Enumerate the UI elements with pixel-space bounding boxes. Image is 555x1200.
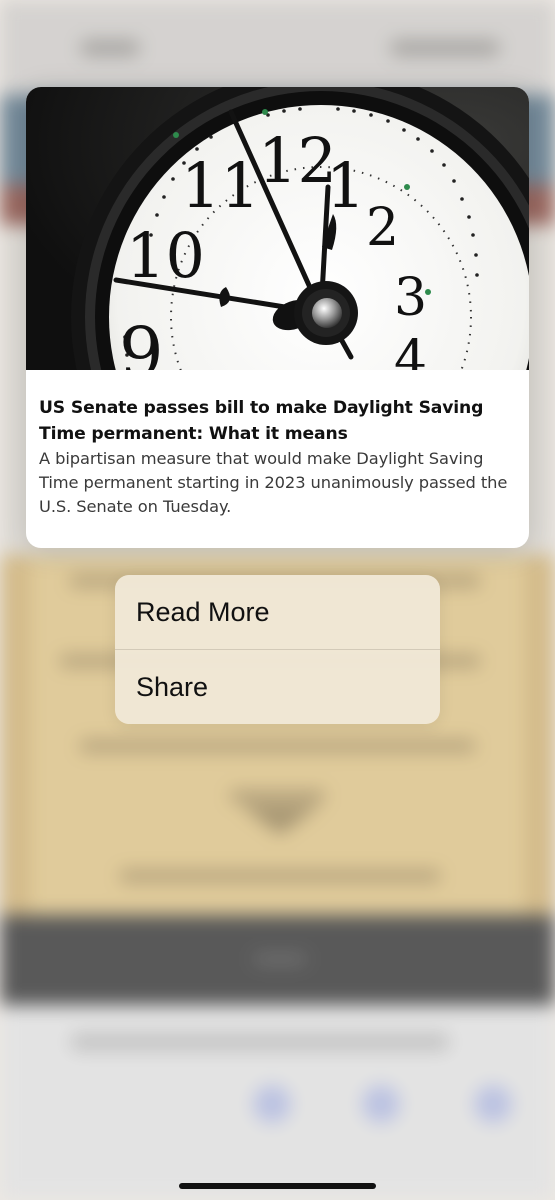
share-menu-item[interactable]: Share [115, 650, 440, 724]
context-menu: Read More Share [115, 575, 440, 724]
svg-text:3: 3 [394, 268, 427, 328]
svg-text:9: 9 [119, 312, 164, 370]
alarm-clock-image: 12 11 1 10 2 3 9 4 [26, 87, 529, 370]
svg-text:2: 2 [366, 198, 399, 258]
article-title: US Senate passes bill to make Daylight S… [39, 398, 484, 444]
home-indicator[interactable] [179, 1183, 376, 1189]
svg-text:1: 1 [326, 149, 365, 222]
svg-text:4: 4 [394, 330, 427, 370]
link-preview-card[interactable]: 12 11 1 10 2 3 9 4 US Senate passes bill… [26, 87, 529, 548]
svg-text:11: 11 [181, 149, 260, 222]
read-more-menu-item[interactable]: Read More [115, 575, 440, 649]
article-image: 12 11 1 10 2 3 9 4 [26, 87, 529, 370]
preview-text: US Senate passes bill to make Daylight S… [39, 395, 524, 519]
article-description: A bipartisan measure that would make Day… [39, 449, 508, 516]
